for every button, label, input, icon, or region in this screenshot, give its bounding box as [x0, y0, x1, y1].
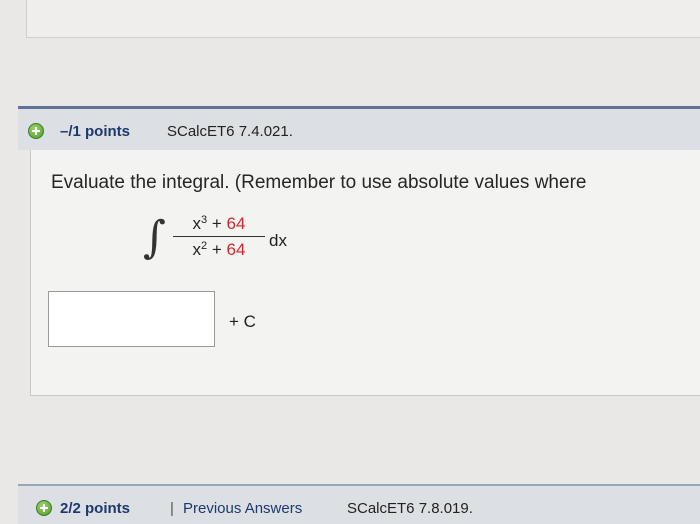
fraction-bar	[173, 236, 265, 237]
plus-circle-icon[interactable]	[36, 500, 52, 516]
answer-input[interactable]	[48, 291, 215, 347]
constant-of-integration: + C	[229, 312, 256, 331]
integral-sign: ∫	[143, 212, 166, 263]
denominator: x2 + 64	[192, 240, 246, 259]
question-2-code: SCalcET6 7.8.019.	[347, 500, 473, 517]
question-2-header: 2/2 points | Previous Answers SCalcET6 7…	[18, 484, 700, 524]
previous-answers-link[interactable]: Previous Answers	[183, 500, 302, 517]
question-1-header: –/1 points SCalcET6 7.4.021.	[18, 106, 700, 150]
differential: dx	[269, 231, 287, 250]
integrand-fraction: x3 + 64 x2 + 64	[173, 214, 265, 260]
separator: |	[170, 500, 174, 517]
numerator: x3 + 64	[192, 214, 246, 233]
question-1-code: SCalcET6 7.4.021.	[167, 123, 293, 140]
plus-circle-icon[interactable]	[28, 123, 44, 139]
question-prompt: Evaluate the integral. (Remember to use …	[51, 172, 587, 193]
previous-question-panel	[26, 0, 700, 38]
question-1-points: –/1 points	[60, 123, 131, 140]
question-2-points: 2/2 points	[60, 500, 131, 517]
question-1-body: Evaluate the integral. (Remember to use …	[30, 150, 700, 396]
